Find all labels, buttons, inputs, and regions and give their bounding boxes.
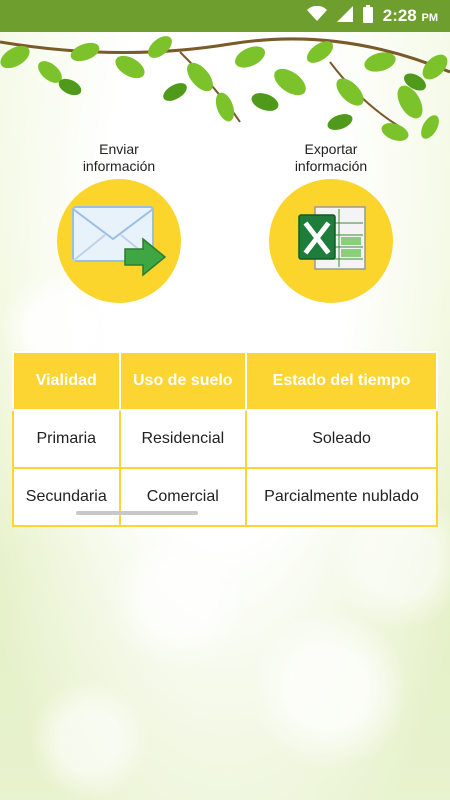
signal-icon	[336, 5, 353, 27]
leaves-decoration	[0, 36, 450, 141]
table-cell[interactable]: Parcialmente nublado	[245, 467, 438, 527]
send-information-label: Enviar información	[82, 141, 156, 174]
excel-icon	[291, 199, 371, 284]
header-vialidad[interactable]: Vialidad	[12, 351, 121, 411]
clock: 2:28 PM	[382, 6, 438, 25]
envelope-icon	[69, 199, 169, 284]
table-cell[interactable]: Comercial	[118, 467, 248, 527]
export-information-label: Exportar información	[294, 141, 368, 174]
header-uso-de-suelo[interactable]: Uso de suelo	[118, 351, 248, 411]
table-header-row: Vialidad Uso de suelo Estado del tiempo	[12, 351, 438, 411]
data-table: Vialidad Uso de suelo Estado del tiempo …	[12, 351, 438, 527]
status-bar: 2:28 PM	[0, 0, 450, 32]
table-cell[interactable]: Residencial	[118, 409, 248, 469]
table-row[interactable]: Secundaria Comercial Parcialmente nublad…	[12, 467, 438, 527]
table-cell[interactable]: Secundaria	[12, 467, 121, 527]
table-row[interactable]: Primaria Residencial Soleado	[12, 409, 438, 469]
table-cell[interactable]: Soleado	[245, 409, 438, 469]
wifi-icon	[306, 5, 327, 27]
send-circle	[57, 179, 181, 303]
horizontal-scrollbar[interactable]	[76, 511, 198, 515]
table-cell[interactable]: Primaria	[12, 409, 121, 469]
export-information-button[interactable]: Exportar información	[266, 141, 396, 303]
battery-icon	[362, 4, 373, 28]
header-estado-del-tiempo[interactable]: Estado del tiempo	[245, 351, 438, 411]
send-information-button[interactable]: Enviar información	[54, 141, 184, 303]
export-circle	[269, 179, 393, 303]
